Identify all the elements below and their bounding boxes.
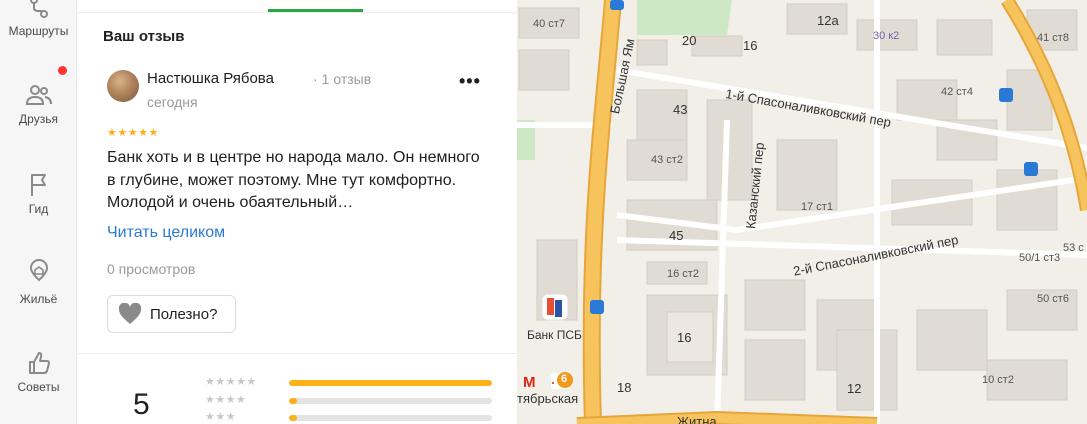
nav-friends[interactable]: Друзья [0, 82, 77, 126]
notification-dot [58, 66, 67, 75]
useful-button-label: Полезно? [150, 305, 218, 323]
section-title: Ваш отзыв [103, 28, 185, 45]
building-label: 12а [817, 13, 839, 28]
nav-housing-label: Жильё [19, 292, 58, 306]
rating-row-stars: ★★★ [205, 411, 237, 423]
rating-row-4: ★★★★ [205, 394, 495, 406]
nav-tips-label: Советы [17, 380, 60, 394]
building-label: 43 ст2 [651, 154, 683, 166]
divider [77, 353, 517, 354]
nav-guide[interactable]: Гид [0, 172, 77, 216]
review-text: Банк хоть и в центре но народа мало. Он … [107, 149, 480, 211]
rating-row-stars: ★★★★★ [205, 376, 257, 388]
nav-housing[interactable]: Жильё [0, 258, 77, 306]
building-label: 16 ст2 [667, 268, 699, 280]
active-tab-indicator [268, 9, 363, 12]
metro-station-label: тябрьская [517, 391, 579, 406]
review-date: сегодня [147, 94, 198, 110]
nav-routes-label: Маршруты [8, 24, 69, 38]
review-stars: ★★★★★ [107, 127, 159, 139]
author-review-count-text: 1 отзыв [321, 71, 372, 87]
thumbs-up-icon [28, 352, 50, 374]
street-label: Житна [677, 414, 717, 424]
building-label: 12 [847, 381, 862, 396]
building-label: 45 [669, 228, 684, 243]
building-label: 16 [743, 38, 758, 53]
building-label: 18 [617, 380, 632, 395]
bank-poi-label[interactable]: Банк ПСБ [527, 328, 582, 342]
flag-icon [30, 174, 46, 196]
building-label: 50 ст6 [1037, 293, 1069, 305]
building-label: 50/1 ст3 [1019, 252, 1061, 264]
views-count: 0 просмотров [107, 261, 196, 277]
tabs-border [77, 12, 517, 13]
building-label: 16 [677, 330, 692, 345]
rating-row-3: ★★★ [205, 411, 495, 423]
rating-row-stars: ★★★★ [205, 394, 247, 406]
rating-bar [289, 398, 492, 404]
review-panel: Ваш отзыв Настюшка Рябова · 1 отзыв сегод… [77, 0, 517, 424]
author-review-count: · 1 отзыв [313, 71, 372, 87]
metro-icon: М [523, 374, 536, 391]
route-icon [29, 0, 48, 18]
nav-tips[interactable]: Советы [0, 350, 77, 394]
rating-row-5: ★★★★★ [205, 376, 495, 388]
read-more-link[interactable]: Читать целиком [107, 224, 225, 242]
rating-bar-fill [289, 398, 298, 404]
building-label: 30 к2 [873, 30, 900, 42]
building-label: 10 ст2 [982, 374, 1014, 386]
building-label: 53 с [1063, 242, 1084, 254]
nav-routes[interactable]: Маршруты [0, 0, 77, 38]
map[interactable]: М 6 тябрьская Банк ПСБ Большая Ям 1-й Сп… [517, 0, 1087, 424]
more-options-button[interactable]: ••• [459, 72, 483, 94]
nav-guide-label: Гид [28, 202, 49, 216]
housing-icon [29, 258, 48, 282]
building-label: 20 [682, 33, 697, 48]
heart-icon [118, 303, 142, 324]
rating-bar [289, 415, 492, 421]
rating-bar [289, 380, 492, 386]
building-label: 42 ст4 [941, 86, 973, 98]
metro-line-badge: 6 [561, 373, 568, 385]
rating-bar-fill [289, 380, 492, 386]
useful-button[interactable]: Полезно? [107, 295, 236, 333]
overall-rating: 5 [133, 388, 150, 421]
author-name[interactable]: Настюшка Рябова [147, 70, 274, 87]
building-label: 43 [673, 102, 688, 117]
avatar[interactable] [107, 70, 139, 102]
nav-friends-label: Друзья [19, 112, 58, 126]
left-navigation: Маршруты Друзья Гид Жильё Советы [0, 0, 77, 424]
building-label: 17 ст1 [801, 201, 833, 213]
friends-icon [25, 85, 52, 105]
building-label: 40 ст7 [533, 18, 565, 30]
rating-bar-fill [289, 415, 298, 421]
building-label: 41 ст8 [1037, 32, 1069, 44]
